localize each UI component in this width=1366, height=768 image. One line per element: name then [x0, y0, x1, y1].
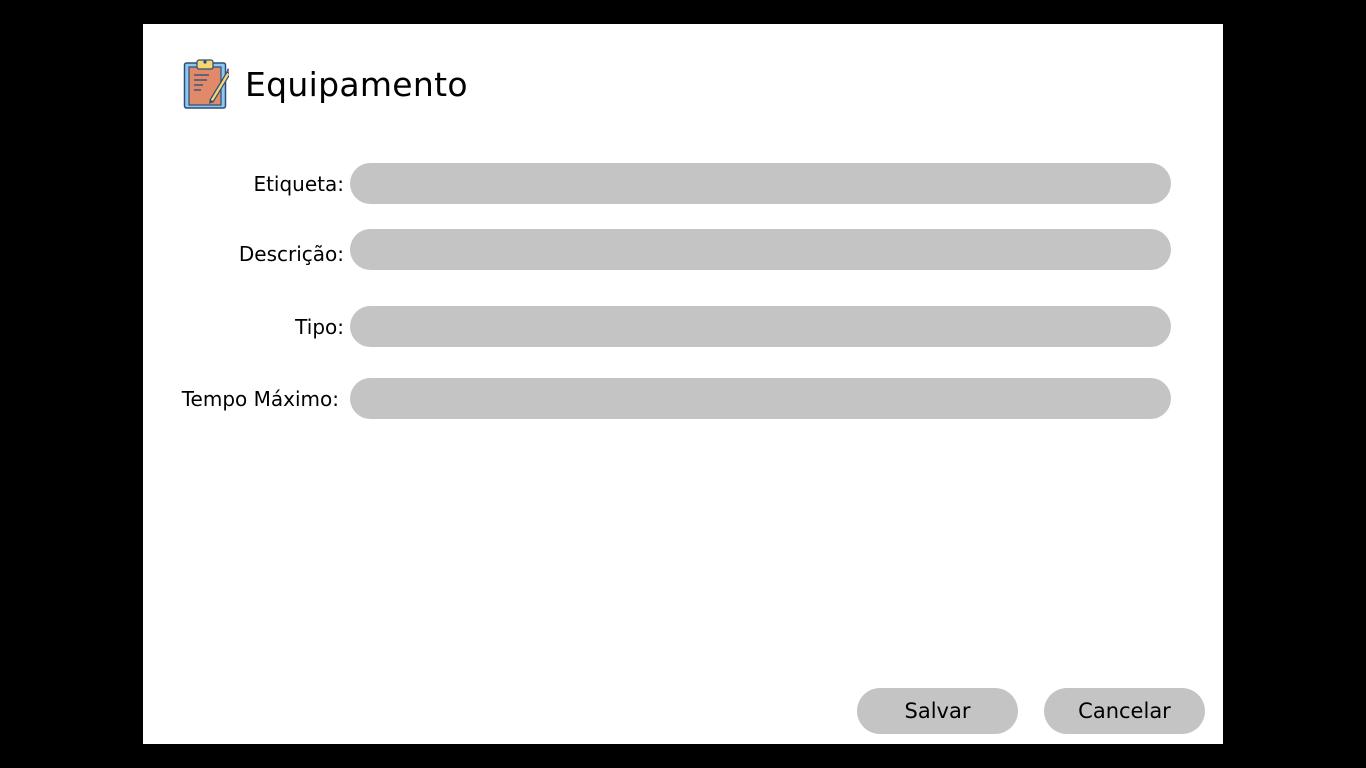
form-row-descricao: Descrição: [143, 229, 1223, 271]
clipboard-edit-icon [183, 59, 229, 109]
etiqueta-label: Etiqueta: [253, 172, 344, 196]
descricao-input[interactable] [350, 229, 1171, 270]
cancel-button[interactable]: Cancelar [1044, 688, 1205, 734]
tempo-maximo-label: Tempo Máximo: [181, 387, 339, 411]
etiqueta-input[interactable] [350, 163, 1171, 204]
tipo-input[interactable] [350, 306, 1171, 347]
tipo-label: Tipo: [295, 315, 344, 339]
tempo-maximo-input[interactable] [350, 378, 1171, 419]
equipment-dialog: Equipamento Etiqueta: Descrição: Tipo: T… [143, 24, 1223, 744]
form-row-tempo-maximo: Tempo Máximo: [143, 378, 1223, 420]
form-row-etiqueta: Etiqueta: [143, 163, 1223, 205]
form-row-tipo: Tipo: [143, 306, 1223, 348]
dialog-header: Equipamento [183, 58, 468, 110]
dialog-title: Equipamento [245, 64, 468, 104]
save-button[interactable]: Salvar [857, 688, 1018, 734]
descricao-label: Descrição: [238, 242, 344, 266]
